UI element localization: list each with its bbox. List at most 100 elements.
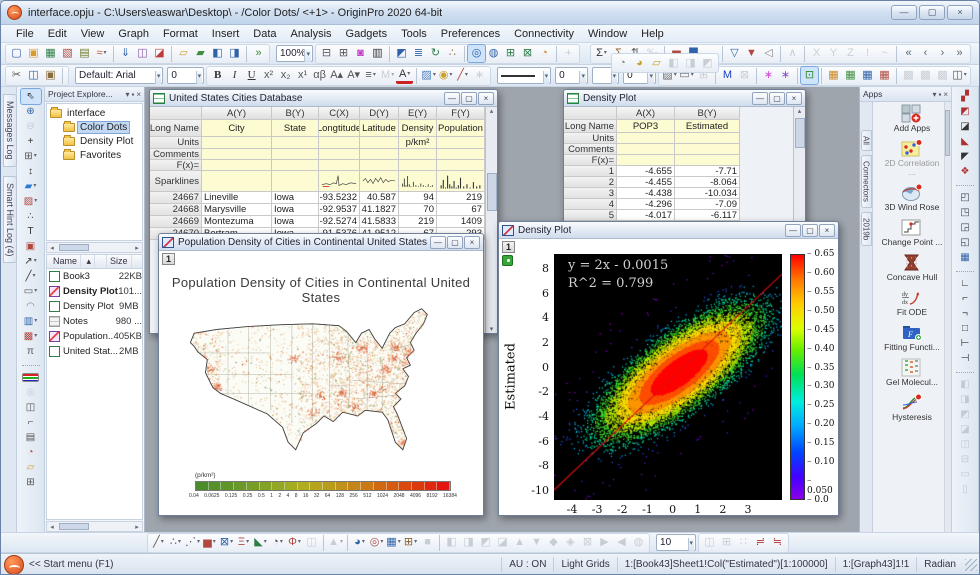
supersubscript-button[interactable]: x¹ <box>294 67 311 84</box>
unmask-data-button[interactable]: ◪ <box>955 119 975 134</box>
unmask-point-button[interactable]: ∗ <box>777 67 794 84</box>
text-tool[interactable]: T <box>21 224 41 239</box>
tree-item[interactable]: Density Plot <box>63 134 142 148</box>
fx-cell[interactable] <box>617 155 675 166</box>
open-odbc-button[interactable]: ▱ <box>648 55 665 72</box>
row-label[interactable]: Long Name <box>150 120 202 137</box>
set-x-button[interactable]: X <box>808 45 825 62</box>
database-access-button[interactable]: ◕ <box>631 55 648 72</box>
digitize-image-button[interactable]: ◪ <box>151 45 168 62</box>
tree-item[interactable]: Color Dots <box>63 120 142 134</box>
zoom-out-tool[interactable]: ⊖ <box>21 119 41 134</box>
scroll-thumb[interactable] <box>795 118 805 148</box>
long-name-cell[interactable]: Population <box>437 120 485 137</box>
vb-object-tool[interactable]: ▥ <box>21 314 41 329</box>
bold-button[interactable]: B <box>209 67 226 84</box>
data-cell[interactable]: 67 <box>437 204 485 216</box>
scroll-up-icon[interactable]: ▴ <box>798 107 802 115</box>
comments-cell[interactable] <box>617 144 675 155</box>
greek-button[interactable]: αβ <box>311 67 328 84</box>
data-cell[interactable]: -4.017 <box>617 210 675 221</box>
custom-routine-button[interactable]: ∴ <box>444 45 461 62</box>
data-cell[interactable]: 40.587 <box>360 192 399 204</box>
line-color-button[interactable]: ╱ <box>454 67 471 84</box>
menu-item[interactable]: Preferences <box>434 27 507 41</box>
minimize-button[interactable]: — <box>785 224 801 237</box>
data-cell[interactable]: -7.09 <box>675 199 740 210</box>
list-horizontal-scrollbar[interactable]: ◂ ▸ <box>46 521 143 532</box>
data-cell[interactable]: Iowa <box>272 192 319 204</box>
row-header[interactable]: 24668 <box>150 204 202 216</box>
toolbar-separator[interactable] <box>347 535 348 551</box>
font-color-button[interactable]: A <box>396 68 413 84</box>
distribute-v-button[interactable]: ⊟ <box>955 452 975 467</box>
toolbar-separator[interactable] <box>780 46 781 62</box>
units-cell[interactable] <box>272 137 319 149</box>
data-cell[interactable]: 219 <box>437 192 485 204</box>
open-folder-tool[interactable]: ▱ <box>21 460 41 475</box>
move-first-button[interactable]: « <box>900 45 917 62</box>
column-header-name[interactable]: Name ▴ <box>47 255 107 268</box>
preview-import-button[interactable]: ◧ <box>665 55 682 72</box>
sparkline-cell[interactable] <box>202 171 272 192</box>
menu-item[interactable]: Window <box>581 27 634 41</box>
axis-top-button[interactable]: ⊢ <box>955 336 975 351</box>
row-header[interactable]: 3 <box>564 188 617 199</box>
pan-axis-button[interactable]: ▲ <box>511 534 528 551</box>
axis-bottom-button[interactable]: ⌐ <box>955 291 975 306</box>
toolbar-separator[interactable] <box>389 46 390 62</box>
screen-capture-button[interactable]: ◙ <box>352 45 369 62</box>
area-plot-button[interactable]: ◣ <box>252 534 269 551</box>
layer-grid-2-button[interactable]: ◲ <box>955 220 975 235</box>
long-name-cell[interactable]: POP3 <box>617 120 675 133</box>
apps-panel-header[interactable]: Apps ▾ ▪ × <box>860 87 951 102</box>
units-cell[interactable] <box>360 137 399 149</box>
data-cell[interactable]: Iowa <box>272 216 319 228</box>
menu-item[interactable]: Format <box>156 27 205 41</box>
zoom-pan-button[interactable]: ◍ <box>485 45 502 62</box>
apps-tab-2019b[interactable]: 2019b <box>861 212 872 246</box>
scatter-plot-button[interactable]: ∴ <box>167 534 184 551</box>
project-explorer-header[interactable]: Project Explore... ▾ ▪ × <box>45 87 144 102</box>
comments-cell[interactable] <box>272 149 319 160</box>
toolbar-separator[interactable] <box>956 366 974 373</box>
toolbar-separator[interactable] <box>896 68 897 84</box>
scroll-thumb[interactable] <box>59 244 89 251</box>
polar-plot-button[interactable]: ◔ <box>269 534 286 551</box>
new-workbook-button[interactable]: ▦ <box>42 45 59 62</box>
app-2d-correlation[interactable]: 2D Correlation ... <box>880 139 944 177</box>
move-last-button[interactable]: » <box>951 45 968 62</box>
scroll-right-icon[interactable]: ▸ <box>132 523 142 531</box>
set-none-button[interactable]: ~ <box>876 45 893 62</box>
column-header[interactable]: D(Y) <box>360 107 399 120</box>
data-cell[interactable]: Montezuma <box>202 216 272 228</box>
units-cell[interactable]: p/km² <box>399 137 437 149</box>
menu-item[interactable]: Edit <box>41 27 74 41</box>
clone-plot-button[interactable]: ◫ <box>303 534 320 551</box>
save-project-button[interactable]: ◧ <box>209 45 226 62</box>
data-cell[interactable]: 1409 <box>437 216 485 228</box>
align-bottom-button[interactable]: ◪ <box>955 422 975 437</box>
window-density-worksheet[interactable]: Density Plot — ▢ × A(X)B(Y) <box>563 89 806 239</box>
open-button[interactable]: ▣ <box>25 45 42 62</box>
scroll-thumb[interactable] <box>59 523 89 530</box>
statistics-button[interactable]: Σ <box>593 45 610 62</box>
dock-window-button[interactable]: ▩ <box>934 67 951 84</box>
close-button[interactable]: × <box>786 92 802 105</box>
import-wizard-button[interactable]: ⇓ <box>117 45 134 62</box>
layer-stack-button[interactable]: ◰ <box>955 190 975 205</box>
move-plot-button[interactable]: M <box>719 67 736 84</box>
data-cell[interactable]: -92.5274 <box>319 216 360 228</box>
toolbar-separator[interactable] <box>416 68 417 84</box>
paste-button[interactable]: ▣ <box>42 67 59 84</box>
page-tab[interactable]: 1 <box>162 253 175 265</box>
corner-cell[interactable] <box>564 107 617 120</box>
close-connection-button[interactable]: ◩ <box>699 55 716 72</box>
data-cell[interactable]: -7.71 <box>675 166 740 177</box>
data-cell[interactable]: -4.655 <box>617 166 675 177</box>
fill-color-button[interactable]: ▨ <box>420 67 437 84</box>
row-header[interactable]: 2 <box>564 177 617 188</box>
rectangle-tool[interactable]: ▭ <box>21 284 41 299</box>
annotation-tool[interactable]: ▣ <box>21 239 41 254</box>
set-label-button[interactable]: ! <box>859 45 876 62</box>
